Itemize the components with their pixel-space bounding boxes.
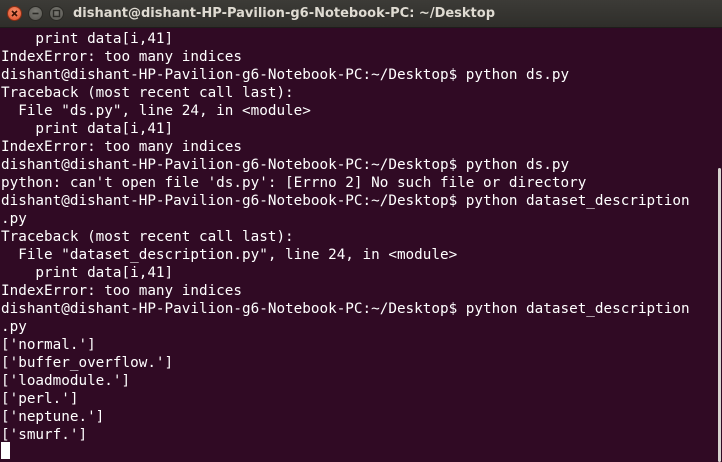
window-title: dishant@dishant-HP-Pavilion-g6-Notebook-… (73, 6, 496, 21)
terminal-line: ['smurf.'] (1, 427, 88, 443)
terminal-line: File "ds.py", line 24, in <module> (1, 103, 311, 119)
scrollbar[interactable] (718, 168, 721, 462)
terminal-line: IndexError: too many indices (1, 283, 243, 299)
terminal-line: .py (1, 319, 27, 335)
terminal-line: IndexError: too many indices (1, 49, 243, 65)
terminal-line: ['loadmodule.'] (1, 373, 131, 389)
terminal-line: print data[i,41] (1, 121, 174, 137)
maximize-button[interactable] (49, 6, 64, 21)
terminal-line: .py (1, 211, 27, 227)
terminal-line: dishant@dishant-HP-Pavilion-g6-Notebook-… (1, 193, 690, 209)
terminal-output[interactable]: print data[i,41] IndexError: too many in… (0, 28, 722, 462)
terminal-line: IndexError: too many indices (1, 139, 243, 155)
terminal-line: ['perl.'] (1, 391, 79, 407)
terminal-lines: print data[i,41] IndexError: too many in… (1, 30, 690, 444)
maximize-icon (52, 9, 61, 18)
terminal-line: ['buffer_overflow.'] (1, 355, 174, 371)
terminal-line: dishant@dishant-HP-Pavilion-g6-Notebook-… (1, 157, 570, 173)
terminal-line: ['neptune.'] (1, 409, 105, 425)
terminal-window: dishant@dishant-HP-Pavilion-g6-Notebook-… (0, 0, 722, 462)
terminal-line: print data[i,41] (1, 265, 174, 281)
minimize-button[interactable] (28, 6, 43, 21)
terminal-line: python: can't open file 'ds.py': [Errno … (1, 175, 587, 191)
terminal-line: ['normal.'] (1, 337, 96, 353)
terminal-line: Traceback (most recent call last): (1, 85, 294, 101)
minimize-icon (32, 12, 39, 15)
close-button[interactable] (7, 6, 22, 21)
terminal-cursor (1, 442, 10, 459)
terminal-line: Traceback (most recent call last): (1, 229, 294, 245)
terminal-line: File "dataset_description.py", line 24, … (1, 247, 458, 263)
terminal-line: dishant@dishant-HP-Pavilion-g6-Notebook-… (1, 67, 570, 83)
terminal-line: dishant@dishant-HP-Pavilion-g6-Notebook-… (1, 301, 690, 317)
close-icon (11, 10, 18, 17)
title-bar[interactable]: dishant@dishant-HP-Pavilion-g6-Notebook-… (0, 0, 722, 28)
terminal-line: print data[i,41] (1, 31, 174, 47)
